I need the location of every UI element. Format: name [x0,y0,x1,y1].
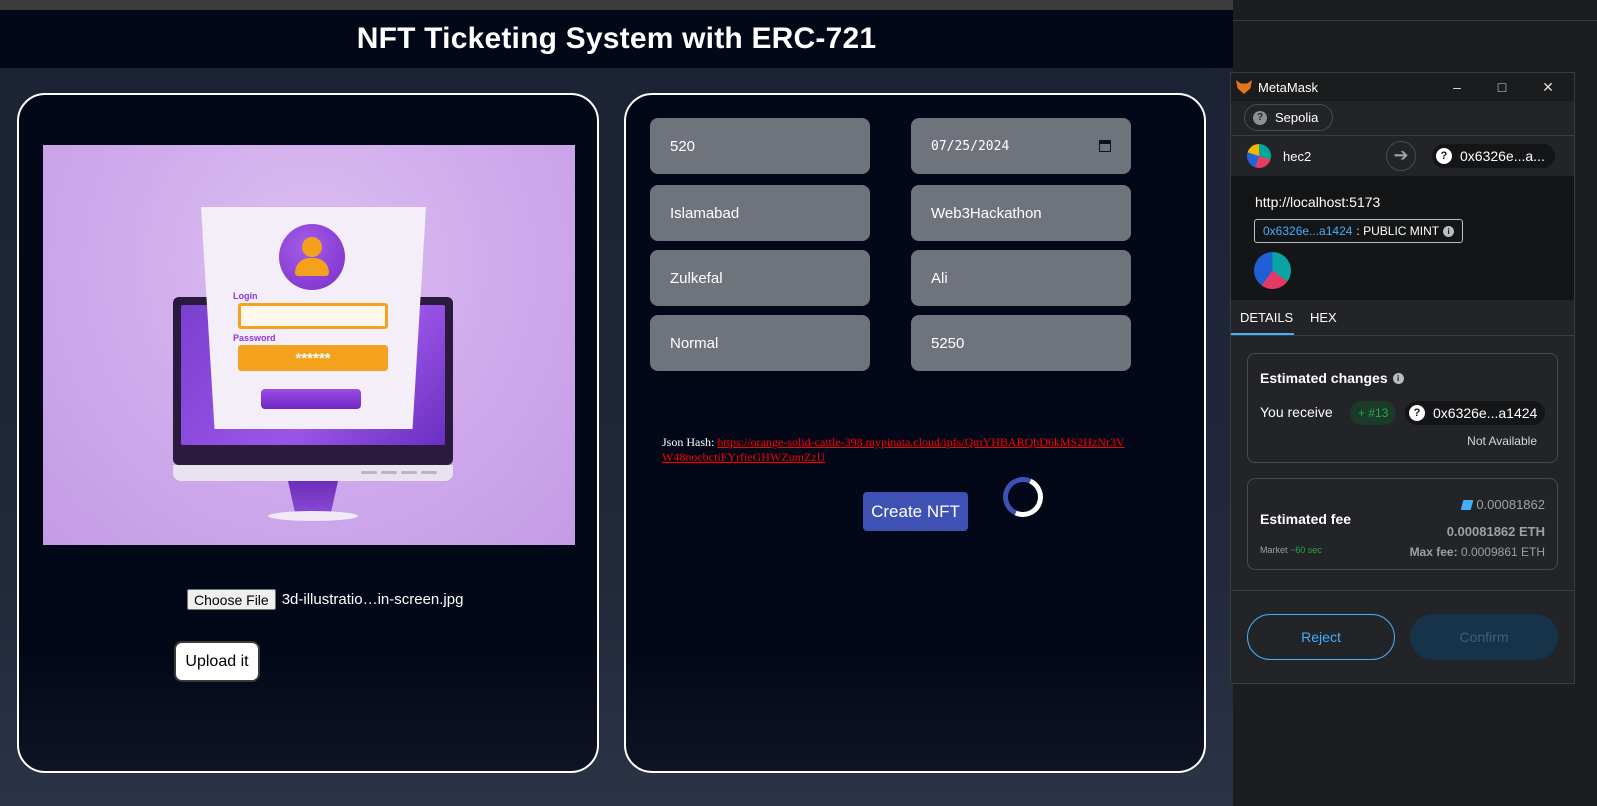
unknown-token-icon: ? [1409,405,1425,421]
receive-badge: + #13 [1350,401,1397,425]
you-receive-label: You receive [1260,404,1333,420]
active-tab-indicator [1231,333,1294,335]
fee-market: Market ~60 sec [1260,545,1322,555]
field-8[interactable]: 5250 [911,315,1131,371]
field-1[interactable]: 520 [650,118,870,174]
unknown-token-icon: ? [1436,148,1452,164]
close-icon[interactable]: ✕ [1540,79,1556,95]
metamask-titlebar: MetaMask – □ ✕ [1231,73,1574,101]
edit-fee-button[interactable]: 0.00081862 [1460,497,1545,512]
contract-method-pill: 0x6326e...a1424 : PUBLIC MINT i [1254,219,1464,243]
illustration-login-button [261,389,361,409]
info-icon[interactable]: i [1392,372,1404,384]
selected-file-name: 3d-illustratio…in-screen.jpg [281,591,464,608]
fee-market-time: ~60 sec [1290,545,1322,555]
illustration-login-field [238,303,388,329]
upload-card: Login Password ****** Choose File 3d-ill… [17,93,599,773]
field-3[interactable]: Islamabad [650,185,870,241]
account-avatar [1247,144,1271,168]
app-header: NFT Ticketing System with ERC-721 [0,10,1233,68]
receive-address: 0x6326e...a1424 [1433,405,1538,421]
illustration-password-field: ****** [238,345,388,371]
json-hash-label: Json Hash: [662,435,715,449]
date-field[interactable]: 07/25/2024 [911,118,1131,174]
reject-button[interactable]: Reject [1247,614,1395,660]
illustration-login-label: Login [233,291,258,301]
image-preview: Login Password ****** [43,145,575,545]
illustration-password-label: Password [233,333,276,343]
nft-form-card: 520 07/25/2024 Islamabad Web3Hackathon Z… [624,93,1206,773]
field-6[interactable]: Ali [911,250,1131,306]
loading-spinner-icon [997,471,1049,523]
origin-url: http://localhost:5173 [1255,194,1381,210]
pencil-icon [1460,499,1474,510]
receive-address-pill[interactable]: ? 0x6326e...a1424 [1405,401,1546,425]
field-4[interactable]: Web3Hackathon [911,185,1131,241]
estimated-fee-title: Estimated fee [1260,511,1352,527]
field-5[interactable]: Zulkefal [650,250,870,306]
metamask-window-title: MetaMask [1258,79,1318,95]
info-icon[interactable]: i [1443,225,1455,237]
json-hash-link[interactable]: https://orange-solid-cattle-398.mypinata… [662,435,1125,464]
create-nft-button[interactable]: Create NFT [863,492,968,531]
contract-address-link[interactable]: 0x6326e...a1424 [1263,224,1352,238]
account-row: hec2 ➔ ? 0x6326e...a... [1231,136,1574,176]
user-avatar-illustration [279,224,345,290]
max-fee-label: Max fee: [1409,545,1458,559]
max-fee-value: 0.0009861 ETH [1460,545,1545,559]
fee-edit-value: 0.00081862 [1476,497,1545,512]
network-unknown-icon: ? [1253,110,1267,125]
tab-hex[interactable]: HEX [1310,310,1337,325]
network-name: Sepolia [1275,110,1319,125]
nft-identicon [1254,252,1291,289]
estimated-changes-card: Estimated changes i You receive + #13 ? … [1247,353,1558,463]
page-title: NFT Ticketing System with ERC-721 [356,22,877,55]
recipient-address: 0x6326e...a... [1460,148,1545,164]
nft-ticketing-app: NFT Ticketing System with ERC-721 Login … [0,0,1233,806]
fee-eth-value: 0.00081862 ETH [1446,524,1545,539]
minimize-icon[interactable]: – [1449,79,1465,95]
contract-method: : PUBLIC MINT [1356,224,1440,238]
choose-file-button[interactable]: Choose File [187,589,276,610]
upload-button[interactable]: Upload it [174,641,260,682]
tab-details[interactable]: DETAILS [1240,310,1293,325]
metamask-window: MetaMask – □ ✕ ? Sepolia hec2 ➔ ? 0x6326… [1230,72,1575,684]
recipient-pill[interactable]: ? 0x6326e...a... [1432,144,1555,168]
estimated-changes-title: Estimated changes i [1260,370,1404,386]
field-7[interactable]: Normal [650,315,870,371]
calendar-icon[interactable] [1099,140,1111,152]
confirm-button[interactable]: Confirm [1410,614,1558,660]
browser-top-strip [0,0,1233,10]
network-selector[interactable]: ? Sepolia [1244,104,1334,131]
receive-fiat-value: Not Available [1467,434,1537,448]
arrow-right-icon: ➔ [1386,141,1416,171]
account-name[interactable]: hec2 [1283,149,1311,164]
file-picker: Choose File 3d-illustratio…in-screen.jpg [187,589,463,610]
estimated-fee-card: Estimated fee 0.00081862 0.00081862 ETH … [1247,478,1558,570]
request-origin-block: http://localhost:5173 0x6326e...a1424 : … [1231,176,1574,300]
json-hash-line: Json Hash: https://orange-solid-cattle-3… [662,435,1132,465]
max-fee: Max fee: 0.0009861 ETH [1410,545,1545,559]
maximize-icon[interactable]: □ [1494,79,1510,95]
date-value: 07/25/2024 [931,138,1010,154]
details-tabs: DETAILS HEX [1231,300,1574,336]
metamask-fox-icon [1236,80,1252,94]
